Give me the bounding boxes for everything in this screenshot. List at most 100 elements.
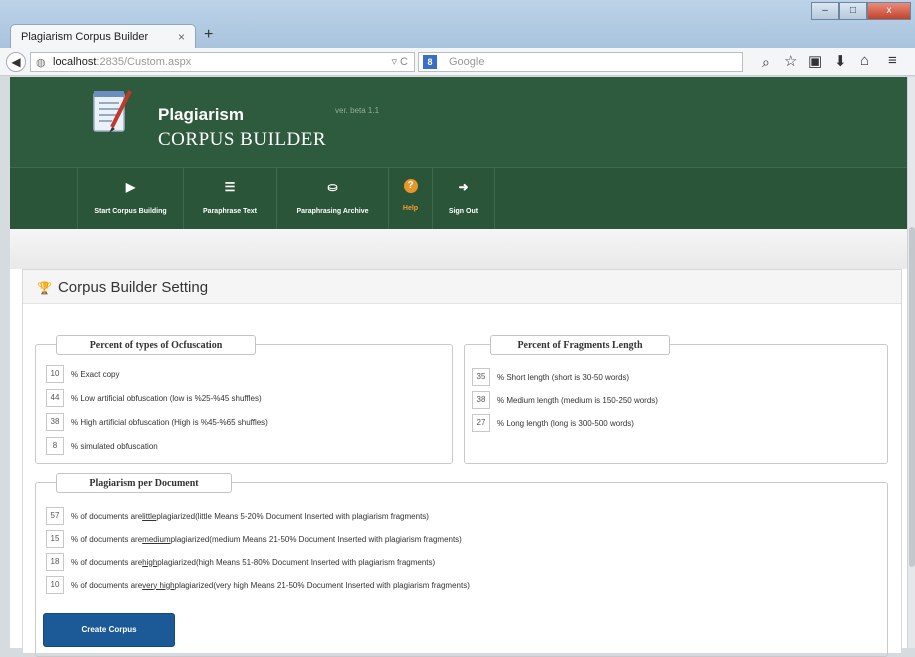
row-suffix: plagiarized(medium Means 21-50% Document… [170,534,462,544]
per-document-legend: Plagiarism per Document [56,473,232,493]
long-length-input[interactable]: 27 [472,414,490,432]
row-prefix: % of documents are [71,511,143,521]
search-placeholder: Google [449,56,485,68]
row-key: very high [142,580,175,590]
row-label: % Exact copy [71,369,120,379]
high-plagiarized-input[interactable]: 18 [46,553,64,571]
row-suffix: plagiarized(very high Means 21-50% Docum… [174,580,470,590]
menu-label: Paraphrase Text [203,208,257,215]
short-length-input[interactable]: 35 [472,368,490,386]
menu-sign-out[interactable]: ➜ Sign Out [433,168,495,230]
menu-label: Paraphrasing Archive [296,208,369,215]
row-prefix: % of documents are [71,557,143,567]
new-tab-button[interactable]: + [204,26,213,44]
exact-copy-input[interactable]: 10 [46,365,64,383]
per-document-row: 18 % of documents are high plagiarized(h… [46,553,435,571]
very-high-plagiarized-input[interactable]: 10 [46,576,64,594]
notepad-logo-icon [93,90,132,133]
address-bar[interactable]: ◍ localhost:2835/Custom.aspx ▿ C [30,52,415,72]
search-icon[interactable]: ⌕ [762,54,770,71]
browser-titlebar: Plagiarism Corpus Builder × + – □ x [0,0,915,48]
star-icon[interactable]: ☆ [784,52,797,70]
obfuscation-row: 8 % simulated obfuscation [46,437,158,455]
row-key: high [142,557,158,567]
inbox-icon: ⛀ [327,180,338,194]
row-label: % Short length (short is 30-50 words) [497,372,630,382]
menu-paraphrase-text[interactable]: ☰ Paraphrase Text [184,168,277,230]
browser-tab[interactable]: Plagiarism Corpus Builder × [10,24,196,48]
search-bar[interactable]: 8 Google [418,52,743,72]
download-icon[interactable]: ⬇ [834,52,847,70]
little-plagiarized-input[interactable]: 57 [46,507,64,525]
fragments-row: 27 % Long length (long is 300-500 words) [472,414,634,432]
site-header: Plagiarism CORPUS BUILDER ver. beta 1.1 [10,77,907,167]
menu-label: Start Corpus Building [94,208,167,215]
menu-start-corpus-building[interactable]: ▶ Start Corpus Building [77,168,184,230]
globe-icon: ◍ [36,57,46,69]
fragments-row: 38 % Medium length (medium is 150-250 wo… [472,391,658,409]
brand-title-line2: CORPUS BUILDER [158,129,326,150]
row-label: % simulated obfuscation [71,441,158,451]
minimize-button[interactable]: – [811,2,839,20]
menu-icon[interactable]: ≡ [888,52,897,69]
fragments-legend: Percent of Fragments Length [490,335,670,355]
create-corpus-button[interactable]: Create Corpus [43,613,175,647]
settings-panel: 🏆 Corpus Builder Setting Percent of types… [22,269,902,657]
menu-label: Help [402,205,419,212]
obfuscation-row: 10 % Exact copy [46,365,119,383]
row-label: % Medium length (medium is 150-250 words… [497,395,658,405]
row-suffix: plagiarized(little Means 5-20% Document … [156,511,429,521]
obfuscation-row: 44 % Low artificial obfuscation (low is … [46,389,262,407]
high-obfuscation-input[interactable]: 38 [46,413,64,431]
panel-title: Corpus Builder Setting [57,279,209,296]
per-document-row: 10 % of documents are very high plagiari… [46,576,470,594]
obfuscation-row: 38 % High artificial obfuscation (High i… [46,413,268,431]
sign-out-icon: ➜ [458,180,469,194]
main-menu: ▶ Start Corpus Building ☰ Paraphrase Tex… [10,167,907,230]
panel-header: 🏆 Corpus Builder Setting [23,270,901,304]
home-icon[interactable]: ⌂ [860,52,869,69]
low-obfuscation-input[interactable]: 44 [46,389,64,407]
menu-paraphrasing-archive[interactable]: ⛀ Paraphrasing Archive [277,168,389,230]
row-key: medium [142,534,171,544]
trophy-icon: 🏆 [37,281,52,295]
clipboard-icon[interactable]: ▣ [808,52,822,70]
page: Plagiarism CORPUS BUILDER ver. beta 1.1 … [10,77,907,657]
row-suffix: plagiarized(high Means 51-80% Document I… [157,557,436,567]
per-document-row: 15 % of documents are medium plagiarized… [46,530,462,548]
medium-plagiarized-input[interactable]: 15 [46,530,64,548]
version-label: ver. beta 1.1 [335,106,380,115]
decorative-strip [10,229,907,269]
obfuscation-fieldset: Percent of types of Ocfuscation 10 % Exa… [35,335,453,464]
page-scrollbar[interactable] [907,77,915,648]
maximize-button[interactable]: □ [839,2,867,20]
menu-help[interactable]: ? Help [389,168,433,230]
fragments-fieldset: Percent of Fragments Length 35 % Short l… [464,335,888,464]
row-label: % Long length (long is 300-500 words) [497,418,634,428]
url-path: :2835/Custom.aspx [96,56,192,68]
tab-title: Plagiarism Corpus Builder [21,31,149,43]
menu-label: Sign Out [448,208,479,215]
back-arrow-icon[interactable]: ◀ [6,52,26,72]
row-prefix: % of documents are [71,580,143,590]
scrollbar-thumb[interactable] [909,227,915,567]
simulated-obfuscation-input[interactable]: 8 [46,437,64,455]
medium-length-input[interactable]: 38 [472,391,490,409]
play-icon: ▶ [125,180,136,194]
obfuscation-legend: Percent of types of Ocfuscation [56,335,256,355]
row-prefix: % of documents are [71,534,143,544]
reload-button[interactable]: ▿ C [391,55,408,68]
per-document-row: 57 % of documents are little plagiarized… [46,507,429,525]
brand-title-line1: Plagiarism [158,105,244,124]
row-label: % Low artificial obfuscation (low is %25… [71,393,262,403]
list-icon: ☰ [224,180,236,194]
browser-navbar: ◀ ◍ localhost:2835/Custom.aspx ▿ C 8 Goo… [0,48,915,76]
row-label: % High artificial obfuscation (High is %… [71,417,268,427]
fragments-row: 35 % Short length (short is 30-50 words) [472,368,629,386]
row-key: little [142,511,157,521]
url-host: localhost [53,56,97,68]
close-window-button[interactable]: x [867,2,911,20]
help-icon: ? [403,179,418,193]
search-engine-icon[interactable]: 8 [423,55,437,69]
tab-close-icon[interactable]: × [178,30,185,44]
